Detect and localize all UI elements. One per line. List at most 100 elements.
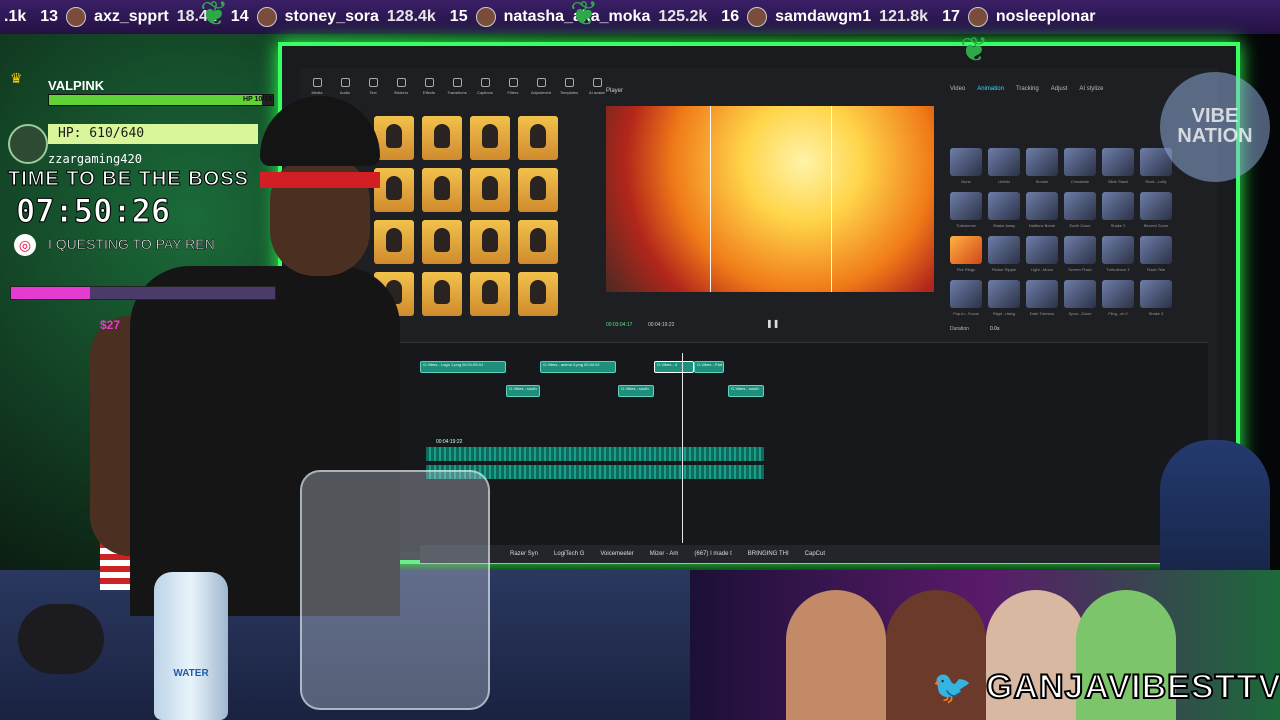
hud-username: zzargaming420 — [48, 152, 142, 166]
quest-text: I QUESTING TO PAY REN — [48, 236, 215, 252]
taskbar-item[interactable]: Voicemeeter — [600, 551, 633, 557]
animation-effect[interactable]: Fire Rings — [950, 236, 982, 272]
animation-effect[interactable]: Pop-in...Focus — [950, 280, 982, 316]
effect-thumbnail[interactable]: OH — [470, 272, 510, 316]
leaderboard-name: samdawgm1 — [775, 8, 872, 25]
toolbar-item[interactable]: Text — [364, 78, 382, 95]
timeline-clip[interactable]: G-Vibes - anima 4.png 00:00:02 — [540, 361, 616, 373]
toolbar-item[interactable]: Filters — [504, 78, 522, 95]
inspector-tab[interactable]: Adjust — [1051, 86, 1068, 92]
effect-thumbnail[interactable]: Anime Realistic — [518, 116, 558, 160]
animation-effect[interactable]: Blurred Zoom — [1140, 192, 1172, 228]
tool-icon — [564, 78, 574, 87]
animation-effect[interactable]: Light...Mono — [1026, 236, 1058, 272]
pause-icon[interactable]: ❚❚ — [766, 319, 779, 328]
animation-effects-grid: None Unfold Smoke Crossfade Slide Stack Rock.… — [950, 148, 1172, 316]
leaderboard-name: axz_spprt — [94, 8, 169, 25]
effect-thumbnail[interactable]: Action Pencil — [518, 168, 558, 212]
leaderboard-rank: 15 — [449, 8, 468, 25]
toolbar-item[interactable]: AI avatar — [588, 78, 606, 95]
taskbar-item[interactable]: Razer Syn — [510, 551, 538, 557]
effect-thumbnail[interactable]: Sketch — [470, 116, 510, 160]
taskbar-item[interactable]: Mizer - Am — [650, 551, 679, 557]
toolbar-item[interactable]: Templates — [560, 78, 578, 95]
timeline-clip[interactable]: G-Vibes - south — [728, 385, 764, 397]
toolbar-item-label: Media — [311, 90, 323, 95]
animation-effect[interactable]: Dark Tremors — [1026, 280, 1058, 316]
animation-effect[interactable]: Unfold — [988, 148, 1020, 184]
tool-icon — [368, 78, 378, 87]
timeline-playhead[interactable] — [682, 353, 683, 543]
avatar — [967, 7, 988, 27]
taskbar-item[interactable]: CapCut — [805, 551, 825, 557]
effect-thumbnail[interactable]: Mosaic — [518, 220, 558, 264]
animation-effect[interactable]: Halftone Bomb — [1026, 192, 1058, 228]
duration-value[interactable]: 0.0s — [990, 326, 999, 332]
leaderboard-name: stoney_sora — [284, 8, 379, 25]
quest-progress-fill — [11, 287, 91, 299]
animation-effect[interactable]: Slide Stack — [1102, 148, 1134, 184]
toolbar-item[interactable]: Adjustment — [531, 78, 551, 95]
crop-frame[interactable] — [710, 106, 832, 292]
taskbar-item[interactable]: LogiTech G — [554, 551, 584, 557]
animation-effect[interactable]: Turbulence — [950, 192, 982, 228]
animation-effect[interactable]: Smoke — [1026, 148, 1058, 184]
leaderboard-entry: 16 samdawgm1 121.8k — [721, 7, 928, 27]
animation-effect[interactable]: Fling...ch 2 — [1102, 280, 1134, 316]
toolbar-item[interactable]: Transitions — [447, 78, 467, 95]
animation-effect[interactable]: Shake 2 — [1102, 192, 1134, 228]
timeline-clip[interactable]: G-Vibes - south — [506, 385, 540, 397]
toolbar-item[interactable]: Stickers — [392, 78, 410, 95]
effect-thumbnail[interactable]: Pinball — [470, 168, 510, 212]
hp-tag: HP 10/10 — [242, 96, 272, 103]
inspector-tabs: Video Animation Tracking Adjust AI stylize — [950, 86, 1103, 92]
effect-label: Turbulence 4 — [1106, 267, 1130, 272]
stream-timer: 07:50:26 — [15, 192, 171, 231]
animation-effect[interactable]: Crossfade — [1064, 148, 1096, 184]
animation-effect[interactable]: None — [950, 148, 982, 184]
animation-effect[interactable]: Earth Zoom — [1064, 192, 1096, 228]
inspector-tab[interactable]: Animation — [977, 86, 1004, 92]
tool-icon — [396, 78, 406, 87]
taskbar-item[interactable]: (667) I made t — [694, 551, 731, 557]
audio-track[interactable] — [426, 447, 764, 461]
timeline-clip[interactable]: G-Vibes - south — [618, 385, 654, 397]
effect-thumbnail[interactable]: Flames — [470, 220, 510, 264]
timeline-clip[interactable]: G-Vibes - 4 — [654, 361, 694, 373]
animation-effect[interactable]: Shake Away — [988, 192, 1020, 228]
tool-icon — [536, 78, 546, 87]
timeline-clip[interactable]: G-Vibes - Part — [694, 361, 724, 373]
animation-effect[interactable]: Screen Flash — [1064, 236, 1096, 272]
effect-label: Smoke — [1035, 179, 1049, 184]
leaderboard-bar: .1k 13 axz_spprt 18.4k 14 stoney_sora 12… — [0, 0, 1280, 34]
streamer-headband — [260, 172, 380, 188]
animation-effect[interactable]: Flicker Ripple — [988, 236, 1020, 272]
water-bottle: WATER — [154, 572, 228, 720]
inspector-tab[interactable]: AI stylize — [1079, 86, 1103, 92]
inspector-tab[interactable]: Tracking — [1016, 86, 1039, 92]
timeline[interactable]: G-Vibes - Logo 1.png 00:01:05:01 G-Vibes… — [390, 342, 1208, 552]
toolbar-item[interactable]: Media — [308, 78, 326, 95]
toolbar-item-label: Stickers — [393, 90, 409, 95]
animation-effect[interactable]: Rippl...rising — [988, 280, 1020, 316]
effect-label: Blurred Zoom — [1143, 223, 1169, 228]
animation-effect[interactable]: Shake 3 — [1140, 280, 1172, 316]
toolbar-item[interactable]: Audio — [336, 78, 354, 95]
effect-label: Spoo...Zoom — [1068, 311, 1092, 316]
hud-title: TIME TO BE THE BOSS — [8, 168, 249, 191]
effect-label: Shake Away — [993, 223, 1015, 228]
duration-label: Duration — [950, 326, 969, 332]
inspector-tab[interactable]: Video — [950, 86, 965, 92]
toolbar-item[interactable]: Effects — [420, 78, 438, 95]
toolbar-item-label: Transitions — [447, 90, 467, 95]
toolbar-item-label: Captions — [477, 90, 493, 95]
animation-effect[interactable]: Spoo...Zoom — [1064, 280, 1096, 316]
animation-effect[interactable]: Turbulence 4 — [1102, 236, 1134, 272]
toolbar-item[interactable]: Captions — [476, 78, 494, 95]
effect-thumbnail[interactable]: Pop — [518, 272, 558, 316]
player-preview[interactable] — [606, 106, 934, 292]
taskbar-item[interactable]: BRINGING THI — [748, 551, 789, 557]
animation-effect[interactable]: Flash Tele — [1140, 236, 1172, 272]
leaderboard-score: 128.4k — [386, 8, 436, 25]
leaderboard-score: 121.8k — [879, 8, 929, 25]
